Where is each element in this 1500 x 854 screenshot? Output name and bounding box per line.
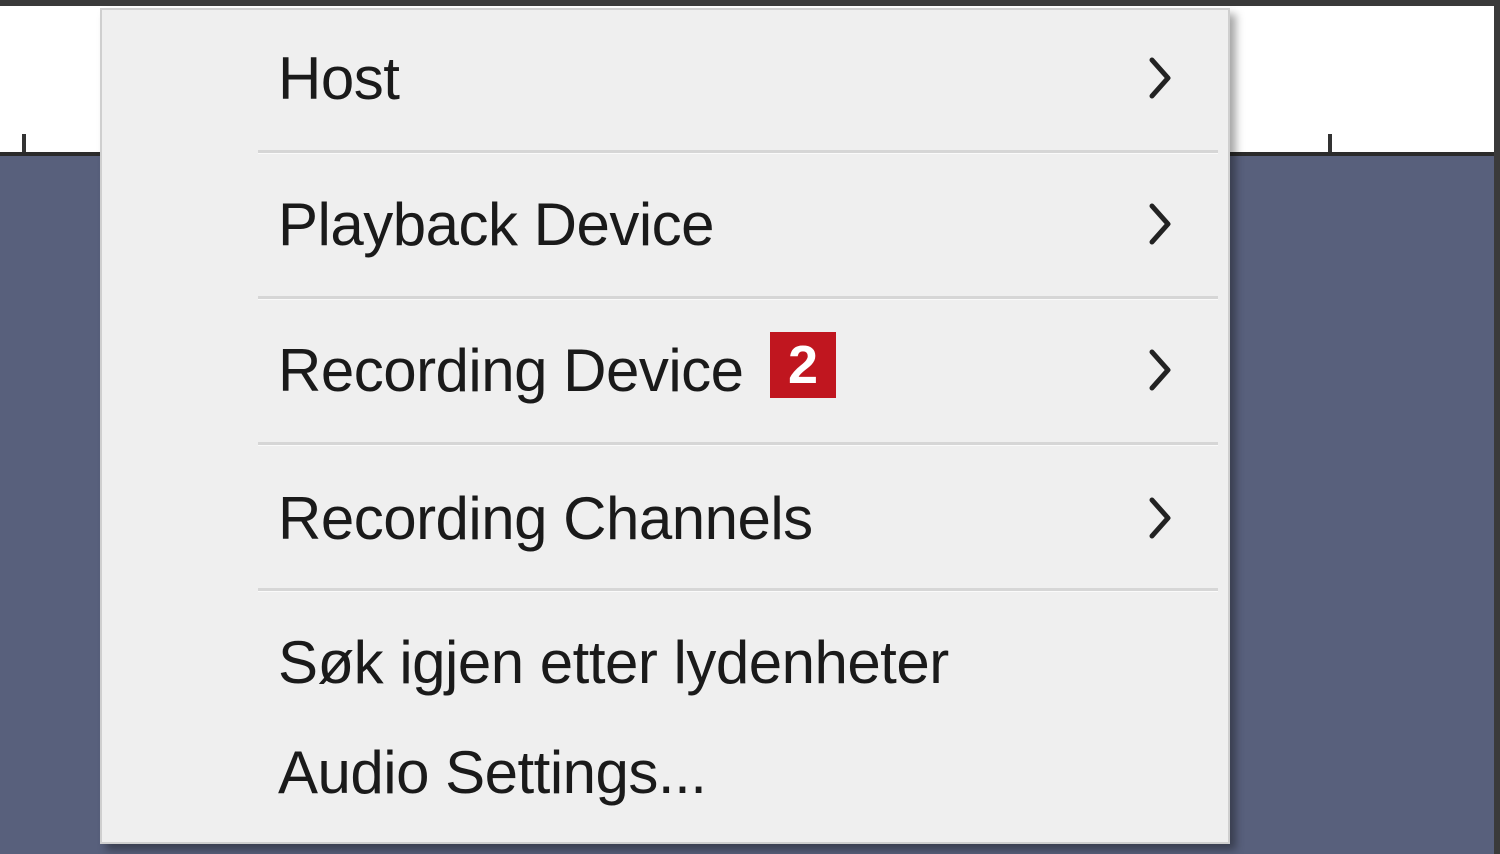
window-edge	[1494, 0, 1500, 854]
menu-item-audio-settings[interactable]: Audio Settings...	[102, 702, 1228, 822]
menu-item-label: Host	[278, 45, 400, 112]
menu-item-label: Playback Device	[278, 191, 715, 258]
menu-item-label: Søk igjen etter lydenheter	[278, 629, 949, 696]
chevron-right-icon	[1149, 349, 1171, 391]
menu-item-recording-channels[interactable]: Recording Channels	[102, 446, 1228, 588]
chevron-right-icon	[1149, 203, 1171, 245]
ruler-top-border	[0, 0, 1500, 6]
ruler-tick	[22, 134, 26, 152]
chevron-right-icon	[1149, 57, 1171, 99]
menu-item-recording-device[interactable]: Recording Device 2	[102, 300, 1228, 442]
menu-item-label: Audio Settings...	[278, 739, 707, 806]
menu-item-rescan-audio-devices[interactable]: Søk igjen etter lydenheter	[102, 592, 1228, 702]
menu-item-playback-device[interactable]: Playback Device	[102, 154, 1228, 296]
menu-item-label: Recording Channels	[278, 485, 813, 552]
ruler-tick	[1328, 134, 1332, 152]
menu-item-host[interactable]: Host	[102, 10, 1228, 150]
step-number-badge: 2	[770, 332, 836, 398]
audio-setup-context-menu: Host Playback Device Recording Device 2 …	[100, 8, 1230, 844]
menu-item-label: Recording Device	[278, 337, 744, 404]
chevron-right-icon	[1149, 497, 1171, 539]
app-workspace: Host Playback Device Recording Device 2 …	[0, 0, 1500, 854]
